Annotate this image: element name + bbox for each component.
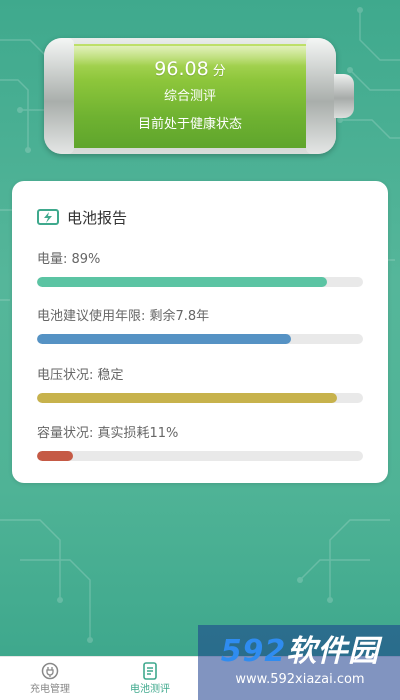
metric-lifespan: 电池建议使用年限: 剩余7.8年 [37, 308, 363, 344]
metric-label: 电压状况: 稳定 [37, 368, 124, 383]
nav-label: 充电管理 [30, 684, 70, 695]
score-value: 96.08 [154, 58, 209, 80]
battery-text: 96.08 分 综合测评 目前处于健康状态 [68, 56, 312, 135]
metric-charge: 电量: 89% [37, 251, 363, 287]
battery-report-icon [37, 209, 59, 225]
metric-label: 电池建议使用年限: 剩余7.8年 [37, 309, 210, 324]
watermark-logo: 592软件园 [200, 626, 400, 670]
score-unit: 分 [212, 64, 226, 79]
score-row: 96.08 分 [68, 56, 312, 85]
card-title: 电池报告 [67, 208, 128, 227]
watermark-url: www.592xiazai.com [235, 672, 365, 687]
progress-track [37, 334, 363, 344]
metric-voltage: 电压状况: 稳定 [37, 367, 363, 403]
progress-track [37, 451, 363, 461]
nav-charge-management[interactable]: 充电管理 [10, 659, 90, 697]
battery-report-card: 电池报告 电量: 89% 电池建议使用年限: 剩余7.8年 电压状况: 稳定 容… [12, 181, 388, 483]
metric-capacity: 容量状况: 真实损耗11% [37, 425, 363, 461]
nav-label: 电池测评 [130, 684, 170, 695]
battery-terminal [334, 74, 354, 118]
report-icon [143, 662, 157, 680]
progress-track [37, 277, 363, 287]
metric-label: 容量状况: 真实损耗11% [37, 426, 179, 441]
watermark-number: 592 [220, 634, 287, 669]
progress-fill [37, 277, 328, 287]
card-header: 电池报告 [37, 206, 127, 228]
score-label: 综合测评 [163, 89, 216, 104]
plug-icon [41, 662, 59, 680]
battery-graphic: 96.08 分 综合测评 目前处于健康状态 [44, 38, 356, 154]
metric-label: 电量: 89% [37, 252, 101, 267]
health-status: 目前处于健康状态 [137, 117, 242, 132]
progress-fill [37, 393, 337, 403]
progress-fill [37, 334, 292, 344]
progress-track [37, 393, 363, 403]
progress-fill [37, 451, 73, 461]
nav-battery-test[interactable]: 电池测评 [110, 659, 190, 697]
watermark-brand: 软件园 [286, 634, 380, 669]
